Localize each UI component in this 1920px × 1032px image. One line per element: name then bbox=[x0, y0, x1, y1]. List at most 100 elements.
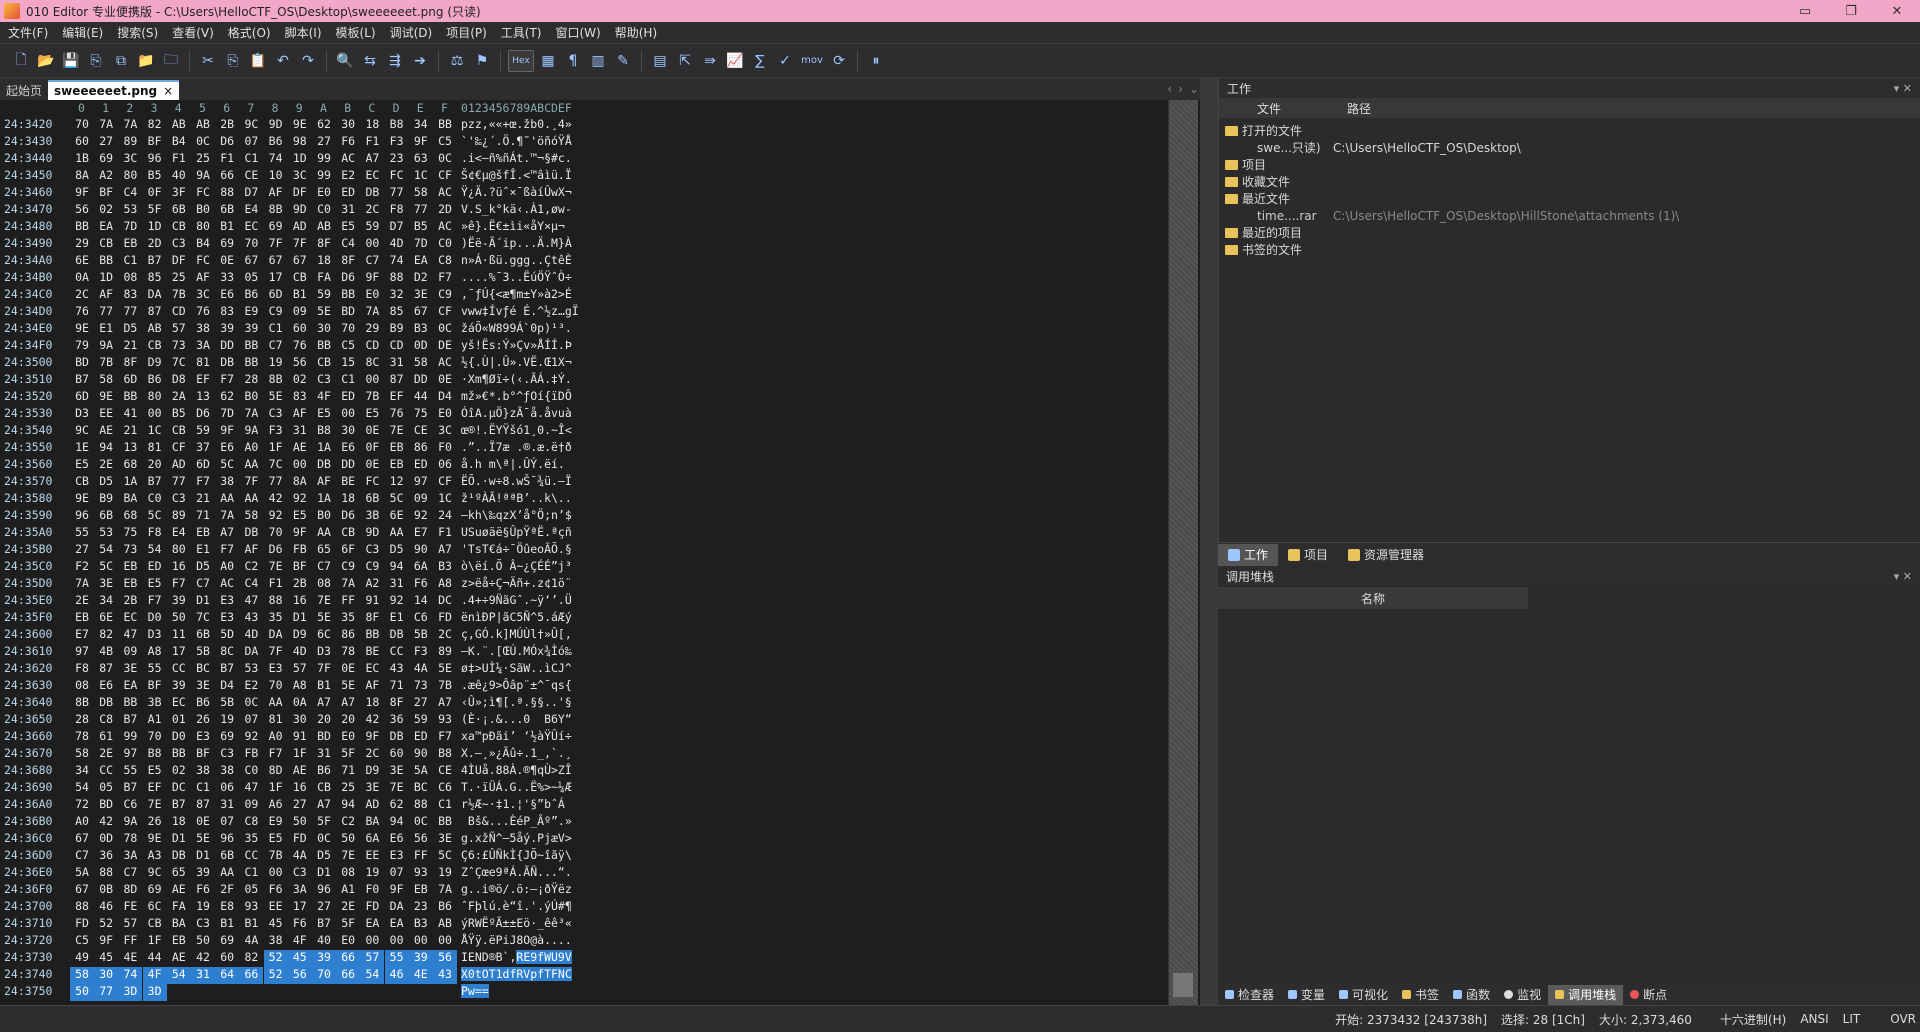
hex-byte[interactable]: C7 bbox=[118, 865, 142, 882]
hex-byte[interactable]: AA bbox=[264, 695, 288, 712]
hex-byte[interactable]: 25 bbox=[191, 151, 215, 168]
hex-byte[interactable]: B6 bbox=[433, 899, 457, 916]
hex-byte[interactable]: 55 bbox=[143, 661, 167, 678]
ascii-text[interactable]: pzz‚««+œ.žb0.¸4» bbox=[461, 117, 572, 131]
hex-byte[interactable]: C7 bbox=[70, 848, 94, 865]
hex-byte[interactable]: C4 bbox=[118, 185, 142, 202]
hex-byte[interactable]: 31 bbox=[312, 746, 336, 763]
tree-bookmarked-files[interactable]: 书签的文件 bbox=[1225, 241, 1920, 258]
hex-byte[interactable]: E8 bbox=[215, 899, 239, 916]
hex-byte[interactable]: 33 bbox=[215, 270, 239, 287]
hex-byte[interactable]: 2C bbox=[360, 202, 384, 219]
tab-watch[interactable]: 监视 bbox=[1497, 985, 1548, 1005]
hex-byte[interactable]: 20 bbox=[312, 712, 336, 729]
tab-start-page[interactable]: 起始页 bbox=[0, 80, 48, 100]
hex-byte[interactable]: CF bbox=[433, 304, 457, 321]
ascii-text[interactable]: .i<–ñ%ñÁt.™¬§#c. bbox=[461, 151, 572, 165]
hex-byte[interactable]: 76 bbox=[191, 304, 215, 321]
hex-byte[interactable]: 5E bbox=[433, 661, 457, 678]
hex-byte[interactable]: 57 bbox=[360, 950, 385, 967]
hex-byte[interactable]: 58 bbox=[70, 967, 94, 984]
hex-byte[interactable]: C7 bbox=[191, 576, 215, 593]
hex-byte[interactable]: 98 bbox=[288, 134, 312, 151]
hex-byte[interactable]: 00 bbox=[360, 236, 384, 253]
hex-byte[interactable]: 65 bbox=[312, 542, 336, 559]
hex-byte[interactable]: E0 bbox=[360, 287, 384, 304]
hex-byte[interactable]: 06 bbox=[215, 780, 239, 797]
hex-byte[interactable]: 81 bbox=[264, 712, 288, 729]
hex-byte[interactable]: 9F bbox=[215, 423, 239, 440]
hex-byte[interactable]: D3 bbox=[143, 627, 167, 644]
hex-byte[interactable]: CC bbox=[239, 848, 263, 865]
hex-byte[interactable]: F1 bbox=[167, 151, 191, 168]
hex-byte[interactable]: 70 bbox=[143, 729, 167, 746]
hex-byte[interactable]: B1 bbox=[288, 287, 312, 304]
hex-byte[interactable]: 09 bbox=[118, 644, 142, 661]
hex-byte[interactable]: 5B bbox=[215, 695, 239, 712]
hex-byte[interactable]: 75 bbox=[118, 525, 142, 542]
hex-byte[interactable]: E5 bbox=[288, 508, 312, 525]
hex-byte[interactable]: 7B bbox=[94, 355, 118, 372]
hex-byte[interactable]: EB bbox=[385, 457, 409, 474]
tree-projects[interactable]: 项目 bbox=[1225, 156, 1920, 173]
ascii-text[interactable]: Ç6:£ÛÑkÌ{JÕ~îãÿ\ bbox=[461, 848, 572, 862]
hex-byte[interactable]: 96 bbox=[215, 831, 239, 848]
hex-byte[interactable]: 74 bbox=[264, 151, 288, 168]
hex-byte[interactable]: 00 bbox=[360, 372, 384, 389]
open-project-icon[interactable]: 📁 bbox=[135, 50, 157, 72]
hex-byte[interactable]: F8 bbox=[70, 661, 94, 678]
hex-byte[interactable]: 0A bbox=[70, 270, 94, 287]
hex-byte[interactable]: EF bbox=[143, 780, 167, 797]
hex-byte[interactable]: 82 bbox=[143, 117, 167, 134]
hex-byte[interactable]: D4 bbox=[433, 389, 457, 406]
ascii-text[interactable]: ënìÐP|ãC5Ñ^5.áÆý bbox=[461, 610, 572, 624]
hex-byte[interactable]: 59 bbox=[191, 423, 215, 440]
hex-byte[interactable]: 54 bbox=[94, 542, 118, 559]
hex-byte[interactable]: C0 bbox=[312, 202, 336, 219]
hex-byte[interactable]: B6 bbox=[239, 287, 263, 304]
ascii-text[interactable]: )Ëë-Ã´ip...Ä.M}À bbox=[461, 236, 572, 250]
hex-byte[interactable]: A8 bbox=[288, 678, 312, 695]
hex-byte[interactable]: 38 bbox=[191, 321, 215, 338]
hex-byte[interactable]: 6B bbox=[360, 491, 384, 508]
hex-byte[interactable]: C8 bbox=[94, 712, 118, 729]
hex-byte[interactable]: AB bbox=[167, 117, 191, 134]
hex-byte[interactable]: 44 bbox=[409, 389, 433, 406]
hex-byte[interactable]: 2E bbox=[336, 899, 360, 916]
hex-byte[interactable]: 45 bbox=[287, 950, 312, 967]
ascii-text[interactable]: œ®!.ËYŸšó1¸0.~Î< bbox=[461, 423, 572, 437]
hex-byte[interactable]: DA bbox=[264, 627, 288, 644]
hex-byte[interactable]: E7 bbox=[70, 627, 94, 644]
hex-byte[interactable]: BB bbox=[167, 746, 191, 763]
hex-byte[interactable]: 68 bbox=[118, 457, 142, 474]
hex-byte[interactable]: 6B bbox=[167, 202, 191, 219]
hex-byte[interactable]: EB bbox=[118, 559, 142, 576]
hex-byte[interactable]: 5B bbox=[409, 627, 433, 644]
hex-byte[interactable]: 67 bbox=[239, 253, 263, 270]
hex-byte[interactable]: 27 bbox=[409, 695, 433, 712]
ascii-text[interactable]: USuøäë§ÛpŸªË.ªçñ bbox=[461, 525, 572, 539]
hex-byte[interactable]: 7F bbox=[239, 474, 263, 491]
hex-byte[interactable]: 31 bbox=[215, 797, 239, 814]
hex-byte[interactable]: 30 bbox=[336, 117, 360, 134]
hex-byte[interactable]: CD bbox=[167, 304, 191, 321]
hex-byte[interactable]: A0 bbox=[215, 559, 239, 576]
hex-byte[interactable]: D0 bbox=[167, 729, 191, 746]
hex-byte[interactable]: 82 bbox=[239, 950, 263, 967]
hex-byte[interactable]: 88 bbox=[215, 185, 239, 202]
hex-byte[interactable]: 92 bbox=[288, 491, 312, 508]
hex-byte[interactable]: B7 bbox=[143, 253, 167, 270]
hex-byte[interactable]: FB bbox=[288, 542, 312, 559]
hex-byte[interactable]: 00 bbox=[433, 933, 457, 950]
restore-icon[interactable]: ❐ bbox=[1828, 0, 1874, 22]
hex-byte[interactable]: 92 bbox=[239, 729, 263, 746]
hex-byte[interactable]: 64 bbox=[215, 967, 240, 984]
hex-byte[interactable]: C8 bbox=[239, 814, 263, 831]
hex-byte[interactable]: 34 bbox=[409, 117, 433, 134]
hex-byte[interactable]: DB bbox=[360, 185, 384, 202]
hex-byte[interactable]: B6 bbox=[143, 372, 167, 389]
hex-byte[interactable]: FA bbox=[167, 899, 191, 916]
hex-byte[interactable]: ED bbox=[336, 389, 360, 406]
hex-byte[interactable]: 85 bbox=[385, 304, 409, 321]
hex-byte[interactable]: AA bbox=[215, 865, 239, 882]
